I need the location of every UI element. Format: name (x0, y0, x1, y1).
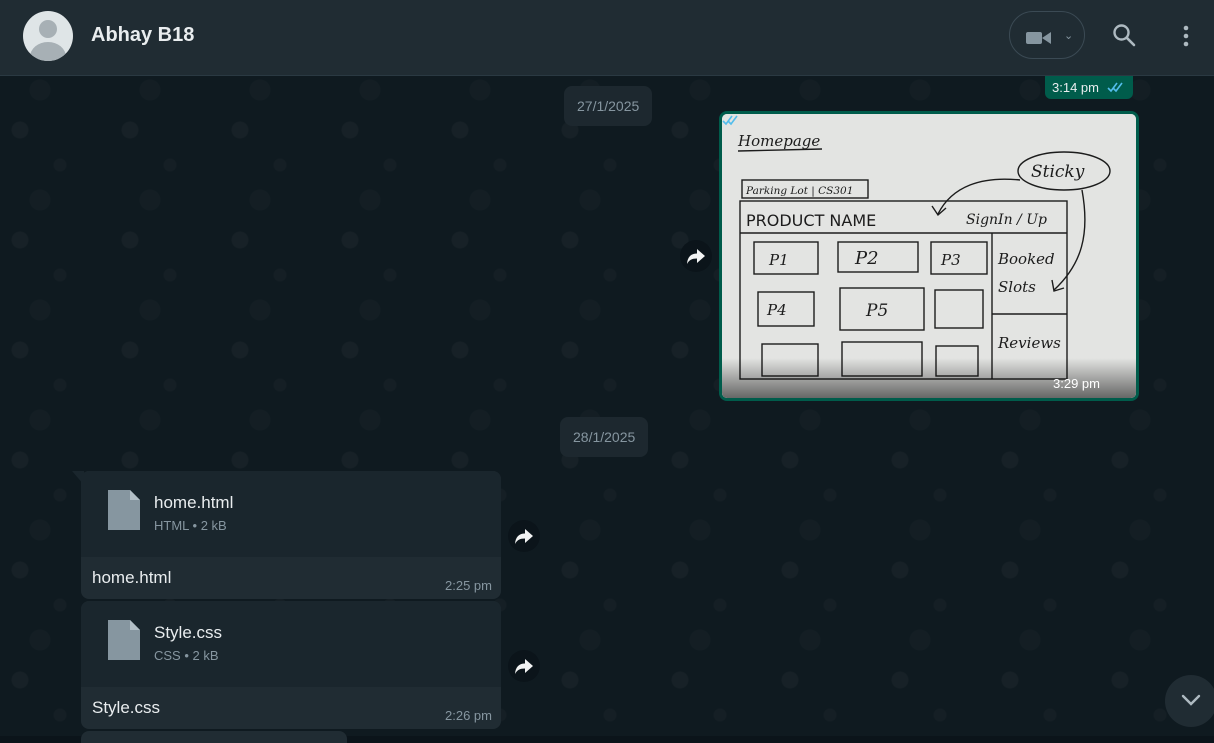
file-type: HTML (154, 518, 189, 533)
video-call-icon (1026, 32, 1042, 44)
video-call-icon-lens (1042, 32, 1051, 44)
file-size: 2 kB (192, 648, 219, 663)
read-ticks-icon (1107, 82, 1123, 93)
sketch-reviews: Reviews (997, 334, 1061, 352)
forward-button[interactable] (508, 520, 540, 552)
contact-name[interactable]: Abhay B18 (91, 24, 194, 47)
message-time: 3:14 pm (1052, 80, 1099, 95)
date-divider: 27/1/2025 (564, 86, 653, 126)
file-name: Style.css (154, 623, 223, 642)
avatar-body (30, 42, 66, 61)
file-meta: CSS • 2 kB (154, 648, 219, 663)
read-ticks-icon (722, 115, 738, 126)
contact-avatar[interactable] (23, 11, 73, 61)
image-message[interactable]: Homepage Sticky Parking Lot | CS301 PROD… (719, 111, 1139, 401)
file-message[interactable]: home.html HTML • 2 kB home.html 2:25 pm (81, 471, 501, 599)
sketch-image: Homepage Sticky Parking Lot | CS301 PROD… (722, 114, 1136, 398)
sketch-tile-p3: P3 (940, 251, 961, 269)
file-attachment[interactable]: home.html HTML • 2 kB (81, 471, 501, 557)
chevron-down-icon: ⌄ (1064, 30, 1074, 42)
file-type: CSS (154, 648, 181, 663)
file-name: home.html (154, 493, 234, 512)
forward-icon (515, 659, 533, 674)
sketch-tile-p2: P2 (854, 248, 879, 269)
menu-icon[interactable] (1176, 24, 1196, 48)
sketch-product-name: PRODUCT NAME (746, 211, 876, 230)
file-message[interactable]: Style.css CSS • 2 kB Style.css 2:26 pm (81, 601, 501, 729)
file-size: 2 kB (200, 518, 227, 533)
sketch-title: Homepage (737, 132, 820, 150)
document-icon (108, 490, 140, 530)
previous-message-footer: 3:14 pm (1045, 76, 1133, 99)
video-call-button[interactable]: ⌄ (1009, 11, 1085, 59)
meta-separator: • (192, 518, 198, 533)
message-time: 2:26 pm (445, 708, 492, 723)
search-icon[interactable] (1112, 23, 1136, 47)
date-divider: 28/1/2025 (560, 417, 649, 457)
scroll-to-bottom-button[interactable] (1165, 675, 1214, 727)
meta-separator: • (184, 648, 189, 663)
sketch-signin: SignIn / Up (966, 212, 1047, 228)
sketch-slots: Slots (998, 278, 1036, 296)
sketch-tile-p4: P4 (766, 301, 787, 319)
next-message-partial (81, 731, 347, 743)
file-caption: home.html (92, 568, 172, 587)
sketch-booked: Booked (997, 250, 1055, 268)
document-icon (108, 620, 140, 660)
file-caption: Style.css (92, 698, 161, 717)
file-attachment[interactable]: Style.css CSS • 2 kB (81, 601, 501, 687)
sketch-tile-p5: P5 (865, 301, 888, 321)
sketch-tile-p1: P1 (768, 251, 789, 269)
message-time: 3:29 pm (1053, 376, 1100, 391)
chat-header: Abhay B18 ⌄ (0, 0, 1214, 76)
forward-icon (515, 529, 533, 544)
sketch-subtitle: Parking Lot | CS301 (745, 185, 853, 198)
chevron-down-icon (1181, 694, 1201, 706)
sketch-sticky: Sticky (1031, 162, 1085, 182)
forward-button[interactable] (680, 240, 712, 272)
file-meta: HTML • 2 kB (154, 518, 227, 533)
forward-icon (687, 249, 705, 264)
message-time: 2:25 pm (445, 578, 492, 593)
avatar-head (39, 20, 57, 38)
forward-button[interactable] (508, 650, 540, 682)
